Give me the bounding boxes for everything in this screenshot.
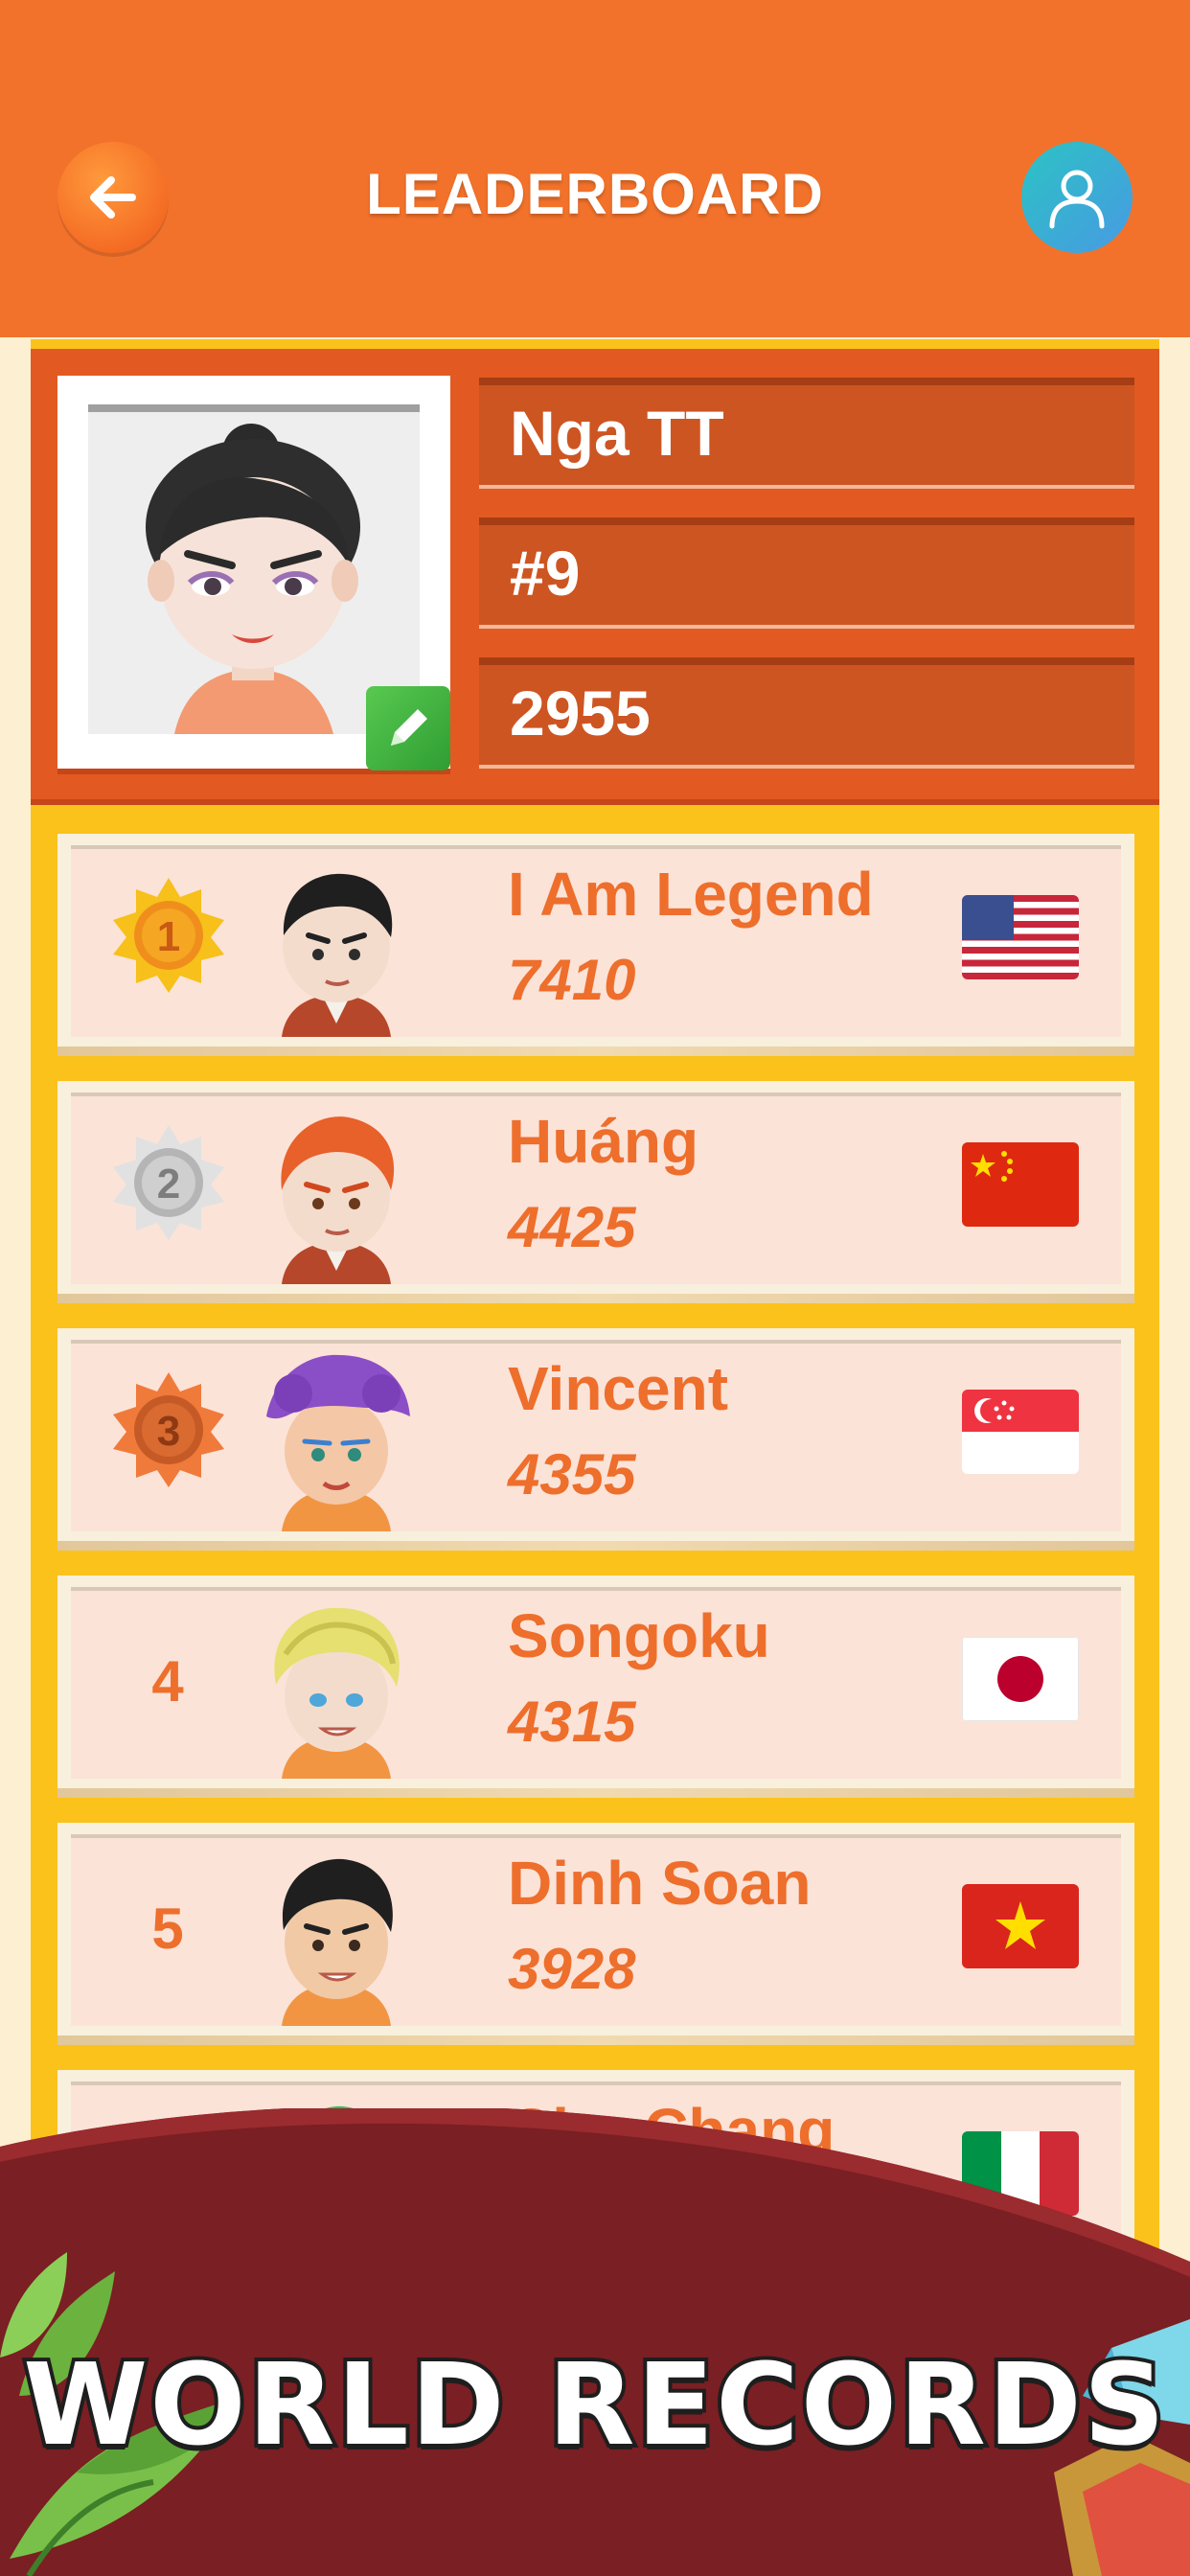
row-divider bbox=[57, 2036, 1134, 2045]
usa-flag-icon bbox=[962, 895, 1079, 979]
player-name: I Am Legend bbox=[508, 860, 874, 929]
player-score: 4355 bbox=[508, 1442, 636, 1506]
gold-medal-icon: 1 bbox=[113, 878, 224, 993]
player-avatar-songoku bbox=[274, 1607, 400, 1779]
leaderboard-row[interactable]: 2 Huáng 4425 bbox=[57, 1081, 1134, 1303]
medal-rank-label: 3 bbox=[157, 1408, 180, 1455]
player-name: Huáng bbox=[508, 1107, 699, 1176]
player-score: 4425 bbox=[508, 1195, 636, 1259]
player-score: 4315 bbox=[508, 1690, 636, 1754]
leaderboard-row[interactable]: 1 I Am Legend 7410 bbox=[57, 834, 1134, 1056]
silver-medal-icon: 2 bbox=[113, 1125, 224, 1240]
arrow-left-icon bbox=[90, 176, 136, 218]
leaderboard-row[interactable]: 4 Songoku 4315 bbox=[57, 1576, 1134, 1798]
user-icon bbox=[1049, 170, 1105, 229]
rank-number: 5 bbox=[151, 1897, 184, 1961]
row-divider bbox=[57, 1788, 1134, 1798]
world-records-title: WORLD RECORDS bbox=[19, 2334, 1169, 2474]
singapore-flag-icon bbox=[962, 1390, 1079, 1474]
profile-button[interactable] bbox=[1021, 142, 1133, 253]
player-avatar-huang bbox=[281, 1116, 395, 1284]
user-name-field: Nga TT bbox=[479, 378, 1134, 489]
user-avatar bbox=[88, 404, 420, 734]
player-avatar-dinh-soan bbox=[282, 1858, 393, 2026]
leaderboard-row[interactable]: 3 Vincent 4355 bbox=[57, 1328, 1134, 1551]
medal-rank-label: 1 bbox=[157, 913, 180, 960]
page-title: LEADERBOARD bbox=[366, 162, 824, 226]
china-flag-icon bbox=[962, 1142, 1079, 1227]
player-name: Songoku bbox=[508, 1601, 770, 1670]
row-divider bbox=[57, 1541, 1134, 1551]
player-name: Vincent bbox=[508, 1354, 728, 1423]
pencil-icon bbox=[391, 709, 427, 746]
player-name: Dinh Soan bbox=[508, 1849, 812, 1918]
japan-flag-icon bbox=[962, 1637, 1079, 1721]
vietnam-flag-icon bbox=[962, 1884, 1079, 1968]
player-score: 7410 bbox=[508, 948, 636, 1012]
back-button[interactable] bbox=[57, 142, 169, 253]
rank-number: 4 bbox=[151, 1649, 184, 1714]
row-divider bbox=[57, 1046, 1134, 1056]
user-rank-field: #9 bbox=[479, 518, 1134, 629]
user-score-field: 2955 bbox=[479, 657, 1134, 769]
bronze-medal-icon: 3 bbox=[113, 1372, 224, 1487]
medal-rank-label: 2 bbox=[157, 1161, 180, 1208]
edit-avatar-button[interactable] bbox=[366, 686, 450, 770]
leaderboard-row[interactable]: 5 Dinh Soan 3928 bbox=[57, 1823, 1134, 2045]
row-divider bbox=[57, 1294, 1134, 1303]
player-score: 3928 bbox=[508, 1937, 636, 2001]
player-avatar-vincent bbox=[266, 1354, 410, 1531]
player-avatar-legend bbox=[282, 873, 393, 1037]
